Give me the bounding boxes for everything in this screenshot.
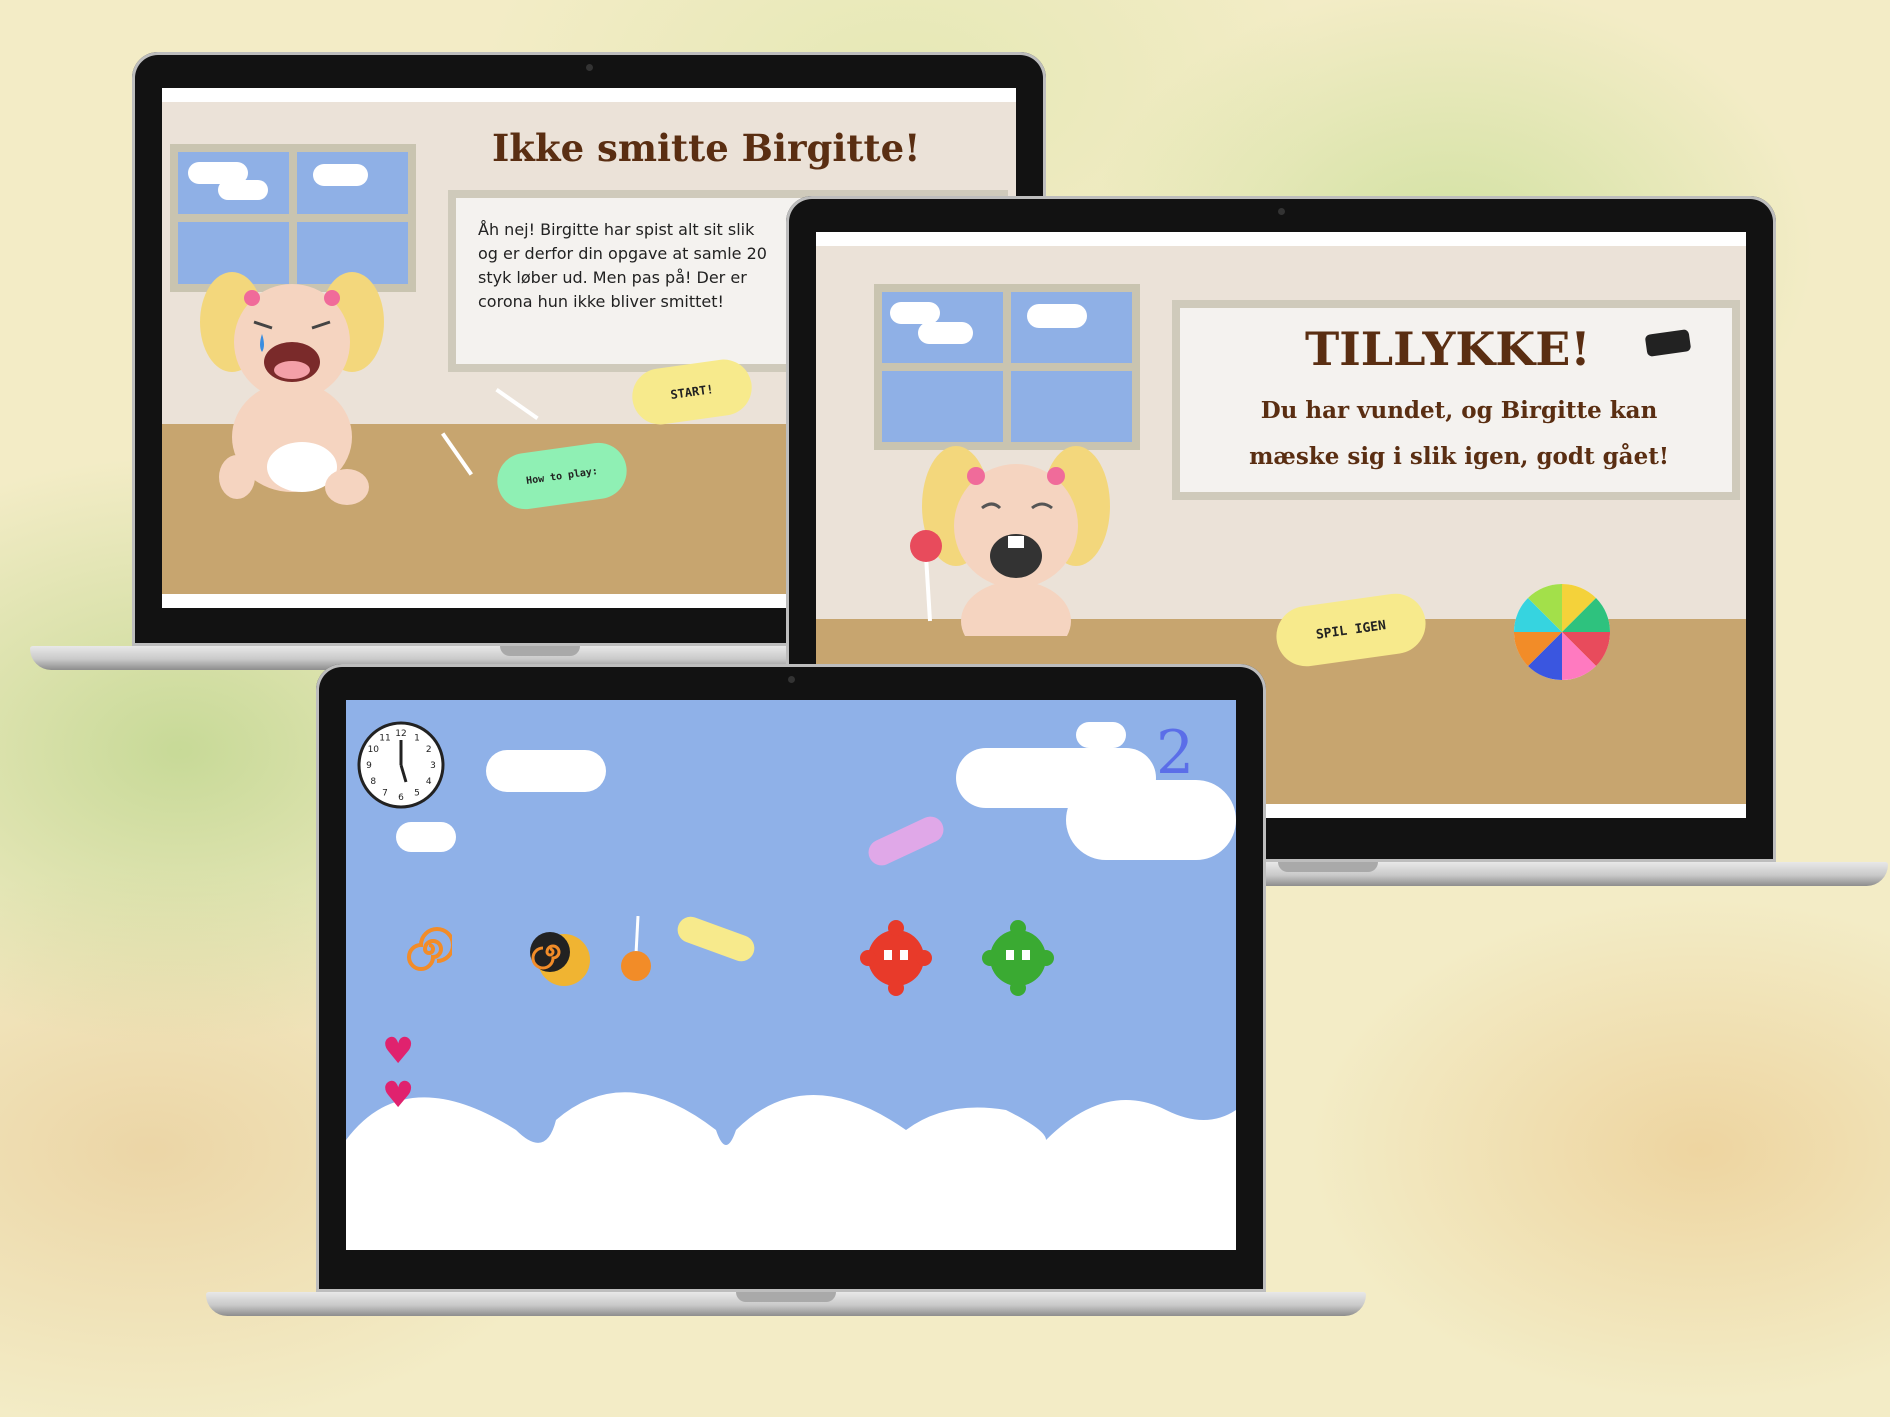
window [874,284,1140,450]
webcam [586,64,593,71]
webcam [1278,208,1285,215]
yellow-virus-with-candy [530,932,590,986]
win-textbox: TILLYKKE! Du har vundet, og Birgitte kan… [1172,300,1740,500]
clock-number: 4 [426,777,432,787]
cloud [396,822,456,852]
sky-background: 12 1 2 3 4 5 6 7 8 9 10 11 2 ♥ ♥ [346,700,1236,1250]
clock-number: 3 [430,761,436,771]
ground-clouds [346,1092,1236,1250]
clock-number: 8 [370,777,376,787]
lollipop-wheel-icon [1513,583,1611,681]
timer-clock: 12 12 3 45678 9 10 11 [357,721,445,809]
clock-number: 6 [398,793,404,803]
clock-number: 1 [414,733,420,743]
heart-icon: ♥ [382,1075,415,1116]
clock-number: 12 [395,729,406,739]
clock-number: 10 [368,745,380,755]
crying-baby [200,272,384,505]
win-title: TILLYKKE! [1305,322,1591,376]
candy-spiral-icon [407,927,452,971]
clock-number: 11 [379,733,390,743]
cloud [486,750,606,792]
cloud [1076,722,1126,748]
clock-number: 7 [382,789,388,799]
webcam [788,676,795,683]
laptop-bezel: 12 1 2 3 4 5 6 7 8 9 10 11 2 ♥ ♥ [316,664,1266,1292]
intro-description: Åh nej! Birgitte har spist alt sit slik … [478,220,767,311]
red-virus-icon [860,920,932,996]
orange-lollipop-icon [621,916,651,981]
clock-number: 5 [414,789,420,799]
eraser-icon [1644,329,1692,357]
laptop-game: 12 1 2 3 4 5 6 7 8 9 10 11 2 ♥ ♥ [206,664,1366,1324]
cloud [1066,780,1236,860]
clock-number: 2 [426,745,432,755]
laptop-notch [500,646,580,656]
clock-number: 9 [366,761,372,771]
yellow-candy-icon [673,913,759,965]
game-screen: 12 1 2 3 4 5 6 7 8 9 10 11 2 ♥ ♥ [346,700,1236,1250]
green-virus-icon [982,920,1054,996]
intro-title: Ikke smitte Birgitte! [492,126,921,170]
lollipop-stick [495,388,539,420]
happy-baby [910,446,1110,636]
laptop-notch [736,1292,836,1302]
pink-candy-icon [864,812,948,870]
lives-display: ♥ ♥ [382,1030,414,1118]
heart-icon: ♥ [382,1031,415,1072]
win-message: Du har vundet, og Birgitte kan mæske sig… [1249,397,1669,470]
score-counter: 2 [1156,718,1195,788]
